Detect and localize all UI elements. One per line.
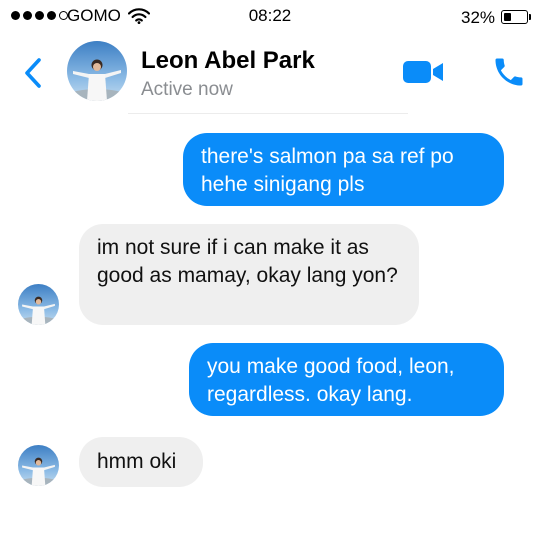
voice-call-button[interactable] (491, 54, 527, 95)
conversation-header: Leon Abel Park Active now (0, 34, 540, 114)
battery-tip (529, 14, 531, 20)
phone-icon (495, 58, 523, 86)
video-camera-icon (403, 61, 443, 83)
sender-avatar (18, 284, 59, 325)
contact-name[interactable]: Leon Abel Park (141, 47, 315, 75)
contact-active-status: Active now (141, 79, 233, 100)
battery-icon (501, 10, 528, 24)
battery-percentage: 32% (461, 8, 496, 27)
message-bubble-incoming[interactable]: hmm oki (79, 437, 203, 487)
back-button[interactable] (20, 56, 46, 95)
battery-level-fill (504, 13, 511, 21)
message-bubble-incoming[interactable]: im not sure if i can make it as good as … (79, 224, 419, 325)
message-bubble-outgoing[interactable]: you make good food, leon, regardless. ok… (189, 343, 504, 416)
status-bar: GOMO 08:22 32% (0, 0, 540, 34)
contact-avatar[interactable] (67, 41, 127, 101)
chevron-left-icon (25, 58, 41, 88)
video-call-button[interactable] (401, 57, 445, 92)
status-time: 08:22 (248, 6, 292, 25)
header-divider (128, 113, 408, 114)
sender-avatar (18, 445, 59, 486)
message-bubble-outgoing[interactable]: there's salmon pa sa ref po hehe sinigan… (183, 133, 504, 206)
